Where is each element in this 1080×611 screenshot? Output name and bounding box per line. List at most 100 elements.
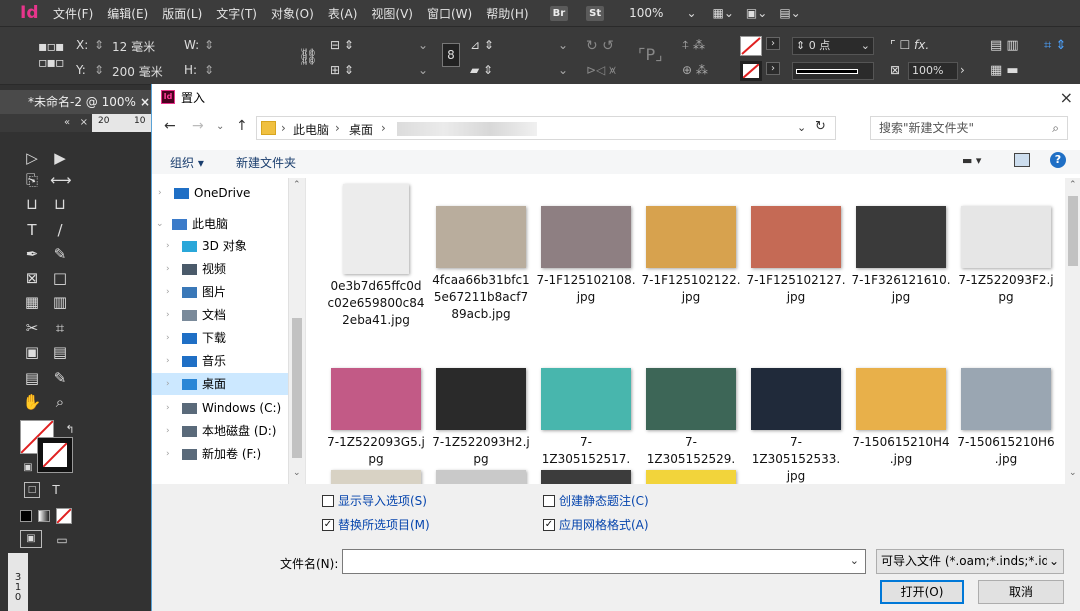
scissors-tool-icon[interactable]: ✂ [22, 318, 42, 338]
create-static-caption-checkbox[interactable]: 创建静态题注(C) [543, 492, 649, 509]
chevron-right-icon[interactable]: › [166, 397, 170, 419]
menu-help[interactable]: 帮助(H) [479, 5, 535, 22]
apply-grid-format-checkbox[interactable]: ✓ 应用网格格式(A) [543, 516, 649, 533]
chevron-right-icon[interactable]: › [166, 373, 170, 395]
file-item[interactable]: 7-1F326121610. jpg [851, 184, 951, 306]
scale-y-icon[interactable]: ⊞ ⇕ [330, 63, 354, 77]
menu-view[interactable]: 视图(V) [364, 5, 420, 22]
chevron-right-icon[interactable]: › [166, 235, 170, 257]
spinner-icon[interactable]: ⇕ [204, 63, 214, 77]
arrange-documents-icon[interactable]: ▤⌄ [779, 6, 800, 20]
reference-point-icon[interactable]: ▪▫▪ ▫▪▫ [38, 39, 64, 71]
align-icon[interactable]: ▦ ▬ [990, 63, 1019, 78]
file-item[interactable]: 7-1F125102108. jpg [536, 184, 636, 306]
type-tool-icon[interactable]: T [22, 220, 42, 240]
document-tab[interactable]: *未命名-2 @ 100% × [0, 90, 152, 114]
corner-options-icon[interactable]: ⌜ ☐ fx. [890, 38, 929, 52]
nav-item-11[interactable]: › 新加卷 (F:) [152, 443, 304, 465]
zoom-tool-icon[interactable]: ⌕ [50, 392, 70, 412]
zoom-level[interactable]: 100% [622, 6, 670, 20]
flip-icon[interactable]: ⊳◁ ⩙ [586, 63, 616, 78]
back-arrow-icon[interactable]: ← [164, 118, 176, 134]
up-arrow-icon[interactable]: ↑ [236, 118, 248, 134]
select-content-icon[interactable]: ⊕ ⁂ [682, 63, 708, 77]
file-type-select[interactable]: 可导入文件 (*.oam;*.inds;*.idr ⌄ [876, 549, 1064, 574]
chevron-down-icon[interactable]: ⌄ [418, 63, 428, 77]
view-menu-icon[interactable]: ▬ ▾ [962, 154, 981, 167]
screen-mode-icon[interactable]: ▭ [52, 530, 72, 550]
gradient-feather-tool-icon[interactable]: ▤ [50, 342, 70, 362]
content-collector-icon[interactable]: ⊔ [22, 194, 42, 214]
selection-tool-icon[interactable]: ▷ [22, 148, 42, 168]
apply-none-icon[interactable] [56, 508, 72, 524]
opacity-dropdown-icon[interactable]: › [960, 63, 965, 77]
refresh-icon[interactable]: ↻ [815, 119, 826, 134]
scroll-up-icon[interactable]: ⌃ [293, 180, 301, 190]
nav-item-0[interactable]: › OneDrive [152, 182, 304, 204]
spinner-icon[interactable]: ⇕ [204, 38, 214, 52]
rotate-icon[interactable]: ⊿ ⇕ [470, 38, 494, 52]
scrollbar-thumb[interactable] [1068, 196, 1078, 266]
file-item[interactable] [431, 448, 531, 484]
chevron-right-icon[interactable]: › [166, 420, 170, 442]
chevron-right-icon[interactable]: › [166, 350, 170, 372]
menu-window[interactable]: 窗口(W) [420, 5, 479, 22]
organize-button[interactable]: 组织 ▾ [170, 154, 204, 171]
chevron-down-icon[interactable]: ⌄ [797, 121, 806, 134]
default-colors-icon[interactable]: ▣ [18, 458, 38, 478]
scale-x-icon[interactable]: ⊟ ⇕ [330, 38, 354, 52]
rotate-clockwise-icon[interactable]: ↻ ↺ [586, 38, 614, 54]
file-item[interactable] [641, 448, 741, 484]
help-icon[interactable]: ? [1050, 152, 1066, 168]
apply-gradient-icon[interactable] [38, 510, 50, 522]
chevron-right-icon[interactable]: › [166, 281, 170, 303]
formatting-text-icon[interactable]: T [46, 480, 66, 500]
filename-input[interactable]: ⌄ [342, 549, 866, 574]
show-import-options-checkbox[interactable]: 显示导入选项(S) [322, 492, 427, 509]
file-item[interactable]: 0e3b7d65ffc0d c02e659800c84 2eba41.jpg [326, 184, 426, 329]
nav-item-8[interactable]: › 桌面 [152, 373, 304, 395]
content-placer-icon[interactable]: ⊔ [50, 194, 70, 214]
file-item[interactable]: 7-150615210H6 .jpg [956, 346, 1056, 468]
direct-selection-tool-icon[interactable]: ▶ [50, 148, 70, 168]
bridge-button[interactable]: Br [549, 5, 569, 21]
grid-tool-icon[interactable]: ▥ [50, 292, 70, 312]
nav-item-1[interactable]: ⌄ 此电脑 [152, 213, 304, 235]
shear-icon[interactable]: ▰ ⇕ [470, 63, 493, 77]
menu-edit[interactable]: 编辑(E) [100, 5, 155, 22]
fill-swatch[interactable] [740, 36, 762, 56]
gradient-swatch-tool-icon[interactable]: ▣ [22, 342, 42, 362]
file-item[interactable] [326, 448, 426, 484]
stroke-swatch[interactable] [740, 61, 762, 81]
select-container-icon[interactable]: ⍏ ⁂ [682, 38, 705, 53]
scroll-up-icon[interactable]: ⌃ [1069, 180, 1077, 190]
stock-button[interactable]: St [586, 5, 605, 21]
replace-selected-checkbox[interactable]: ✓ 替换所选项目(M) [322, 516, 430, 533]
fill-dropdown-icon[interactable]: › [766, 37, 780, 50]
chevron-down-icon[interactable]: ⌄ [558, 63, 568, 77]
file-list-scrollbar[interactable]: ⌃ ⌄ [1065, 178, 1080, 484]
page-tool-icon[interactable]: ⎘ [22, 170, 42, 190]
table-tool-icon[interactable]: ▦ [22, 292, 42, 312]
navigation-scrollbar[interactable]: ⌃ ⌄ [288, 178, 305, 484]
apply-color-icon[interactable] [20, 510, 32, 522]
breadcrumb-this-pc[interactable]: 此电脑 [293, 121, 329, 138]
file-item[interactable]: 7-1F125102122. jpg [641, 184, 741, 306]
file-item[interactable] [536, 448, 636, 484]
panel-close-icon[interactable]: × [80, 117, 88, 128]
x-field[interactable]: 12 毫米 [112, 38, 155, 55]
note-tool-icon[interactable]: ▤ [22, 368, 42, 388]
search-input[interactable]: 搜索"新建文件夹" ⌕ [870, 116, 1068, 140]
opacity-icon[interactable]: ⊠ [890, 63, 900, 77]
chevron-right-icon[interactable]: › [166, 258, 170, 280]
recent-locations-icon[interactable]: ⌄ [216, 121, 224, 132]
stroke-weight-field[interactable]: ⇕ 0 点 ⌄ [792, 37, 874, 55]
normal-view-icon[interactable]: ▣ [20, 530, 42, 548]
file-item[interactable]: 4fcaa66b31bfc1 5e67211b8acf7 89acb.jpg [431, 184, 531, 323]
nav-item-10[interactable]: › 本地磁盘 (D:) [152, 420, 304, 442]
scrollbar-thumb[interactable] [292, 318, 302, 458]
chevron-right-icon[interactable]: › [166, 443, 170, 465]
breadcrumb-desktop[interactable]: 桌面 [349, 121, 373, 138]
nav-item-9[interactable]: › Windows (C:) [152, 397, 304, 419]
panel-collapse-icon[interactable]: « [64, 117, 70, 128]
